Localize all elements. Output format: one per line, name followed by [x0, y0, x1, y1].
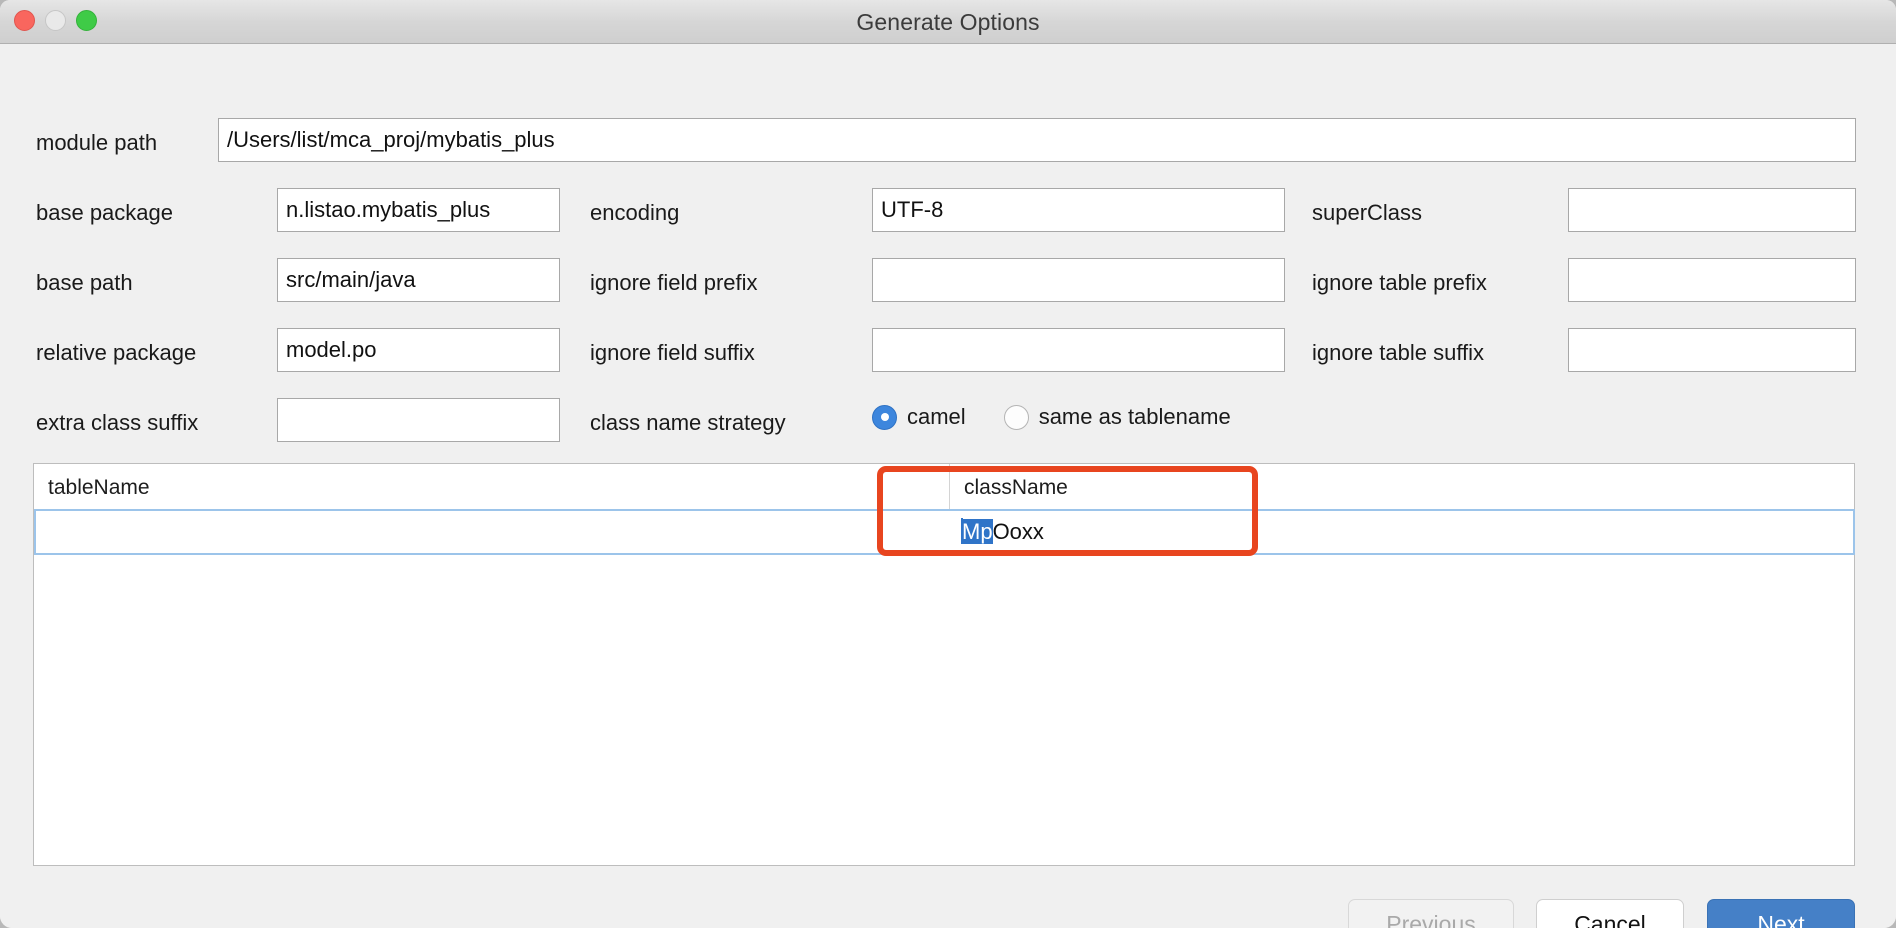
generate-options-dialog: Generate Options module path /Users/list… — [0, 0, 1896, 928]
tables-grid: tableName className mp_ooxx MpOoxx — [33, 463, 1855, 866]
module-path-input[interactable]: /Users/list/mca_proj/mybatis_plus — [218, 118, 1856, 162]
encoding-label: encoding — [590, 200, 680, 225]
radio-same-as-tablename-label: same as tablename — [1038, 404, 1231, 429]
table-header-row: tableName className — [34, 464, 1854, 512]
super-class-input[interactable] — [1568, 188, 1856, 232]
relative-package-label: relative package — [36, 340, 197, 365]
ignore-field-suffix-input[interactable] — [872, 328, 1285, 372]
class-name-strategy-label: class name strategy — [590, 410, 786, 435]
ignore-field-prefix-label: ignore field prefix — [590, 270, 758, 295]
cancel-button[interactable]: Cancel — [1536, 899, 1684, 928]
encoding-input[interactable]: UTF-8 — [872, 188, 1285, 232]
title-bar: Generate Options — [0, 0, 1896, 44]
extra-class-suffix-input[interactable] — [277, 398, 560, 442]
classname-edit-text[interactable]: MpOoxx — [951, 511, 1044, 553]
ignore-table-suffix-input[interactable] — [1568, 328, 1856, 372]
table-row[interactable]: mp_ooxx MpOoxx — [34, 509, 1855, 555]
ignore-table-suffix-label: ignore table suffix — [1312, 340, 1485, 365]
base-path-input[interactable]: src/main/java — [277, 258, 560, 302]
module-path-label: module path — [36, 130, 158, 155]
ignore-table-prefix-label: ignore table prefix — [1312, 270, 1487, 295]
relative-package-input[interactable]: model.po — [277, 328, 560, 372]
column-header-tablename[interactable]: tableName — [34, 464, 949, 511]
classname-cell-editor[interactable]: MpOoxx — [34, 509, 1855, 555]
remainder-text: Ooxx — [992, 519, 1044, 544]
radio-camel-label: camel — [907, 404, 966, 429]
window-title: Generate Options — [856, 9, 1040, 35]
class-name-strategy-radios: camel same as tablename — [872, 404, 1259, 430]
super-class-label: superClass — [1312, 200, 1423, 225]
radio-camel[interactable] — [872, 404, 897, 430]
extra-class-suffix-label: extra class suffix — [36, 410, 199, 435]
ignore-field-prefix-input[interactable] — [872, 258, 1285, 302]
next-button[interactable]: Next — [1707, 899, 1855, 928]
radio-same-as-tablename[interactable] — [1003, 404, 1029, 430]
ignore-field-suffix-label: ignore field suffix — [590, 340, 755, 365]
column-header-classname[interactable]: className — [949, 464, 1855, 511]
selected-text: Mp — [962, 519, 993, 544]
ignore-table-prefix-input[interactable] — [1568, 258, 1856, 302]
base-package-label: base package — [36, 200, 173, 225]
previous-button[interactable]: Previous — [1348, 899, 1514, 928]
dialog-content: module path /Users/list/mca_proj/mybatis… — [0, 44, 1896, 928]
base-path-label: base path — [36, 270, 133, 295]
base-package-input[interactable]: n.listao.mybatis_plus — [277, 188, 560, 232]
